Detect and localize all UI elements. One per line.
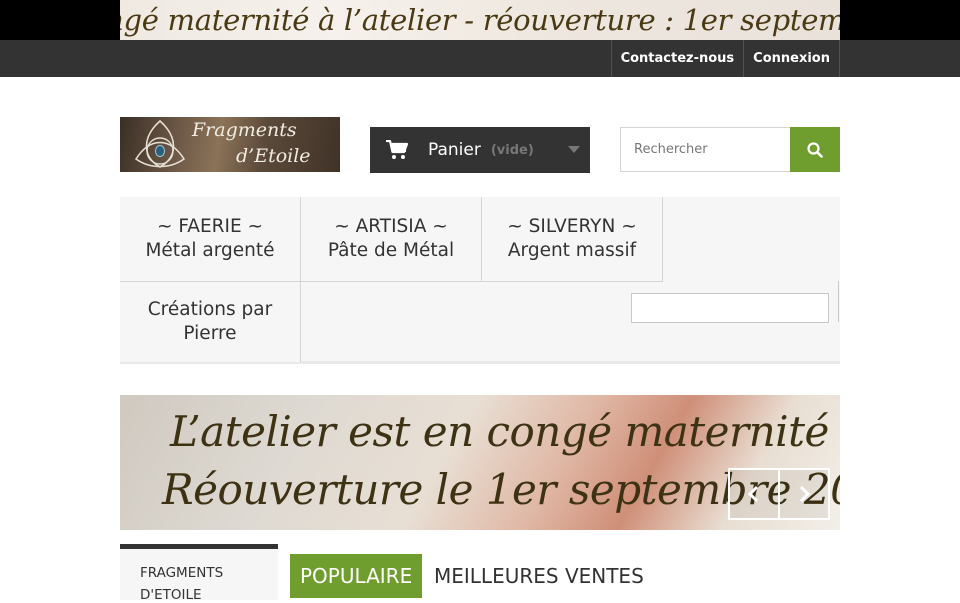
top-nav-bar: Contactez-nous Connexion xyxy=(0,40,960,77)
contact-link[interactable]: Contactez-nous xyxy=(610,40,744,77)
cart-label: Panier xyxy=(428,140,481,160)
tab-best-sellers[interactable]: MEILLEURES VENTES xyxy=(434,554,644,598)
sidebar-title-line2: D'ETOILE xyxy=(140,587,202,603)
cart-button[interactable]: Panier (vide) xyxy=(370,127,590,173)
tab-popular[interactable]: POPULAIRE xyxy=(290,554,423,598)
menu-item-subtitle: Pierre xyxy=(183,323,237,344)
chevron-down-icon xyxy=(568,146,580,153)
menu-search-field[interactable] xyxy=(631,293,829,323)
menu-item-subtitle: Pâte de Métal xyxy=(327,240,455,261)
menu-divider xyxy=(838,281,839,322)
site-logo[interactable]: Fragments d’Etoile xyxy=(120,117,340,172)
announcement-text: Congé maternité à l’atelier - réouvertur… xyxy=(120,3,840,37)
celtic-knot-icon xyxy=(134,119,186,168)
menu-item-artisia[interactable]: ~ ARTISIA ~ Pâte de Métal xyxy=(301,197,482,282)
sidebar-category-block[interactable]: FRAGMENTS D'ETOILE xyxy=(120,544,278,603)
announcement-banner[interactable]: Congé maternité à l’atelier - réouvertur… xyxy=(120,0,840,40)
shopping-cart-icon xyxy=(386,140,408,159)
menu-item-title: ~ ARTISIA ~ xyxy=(334,216,448,237)
slider-next-button[interactable] xyxy=(778,468,830,520)
category-menu: ~ FAERIE ~ Métal argenté ~ ARTISIA ~ Pât… xyxy=(120,197,840,364)
search-form xyxy=(620,127,840,172)
logo-text-line1: Fragments xyxy=(192,119,297,141)
cart-status: (vide) xyxy=(490,142,534,158)
login-link[interactable]: Connexion xyxy=(743,40,840,77)
menu-item-creations-pierre[interactable]: Créations par Pierre xyxy=(120,282,301,362)
search-icon xyxy=(807,141,823,158)
menu-item-silveryn[interactable]: ~ SILVERYN ~ Argent massif xyxy=(482,197,663,282)
menu-item-faerie[interactable]: ~ FAERIE ~ Métal argenté xyxy=(120,197,301,282)
menu-item-subtitle: Métal argenté xyxy=(145,240,275,261)
chevron-left-icon xyxy=(747,485,759,503)
nav-links: Contactez-nous Connexion xyxy=(610,40,840,77)
slider-prev-button[interactable] xyxy=(728,468,780,520)
chevron-right-icon xyxy=(799,485,811,503)
menu-item-title: ~ SILVERYN ~ xyxy=(507,216,637,237)
menu-item-title: Créations par xyxy=(147,299,273,320)
menu-item-subtitle: Argent massif xyxy=(507,240,637,261)
logo-text-line2: d’Etoile xyxy=(236,145,311,167)
search-button[interactable] xyxy=(790,127,840,172)
sidebar-title: FRAGMENTS xyxy=(140,565,224,581)
menu-item-title: ~ FAERIE ~ xyxy=(156,216,264,237)
search-input[interactable] xyxy=(620,127,790,172)
slide-text-line1: L’atelier est en congé maternité xyxy=(170,407,829,456)
hero-slider[interactable]: L’atelier est en congé maternité Réouver… xyxy=(120,395,840,530)
